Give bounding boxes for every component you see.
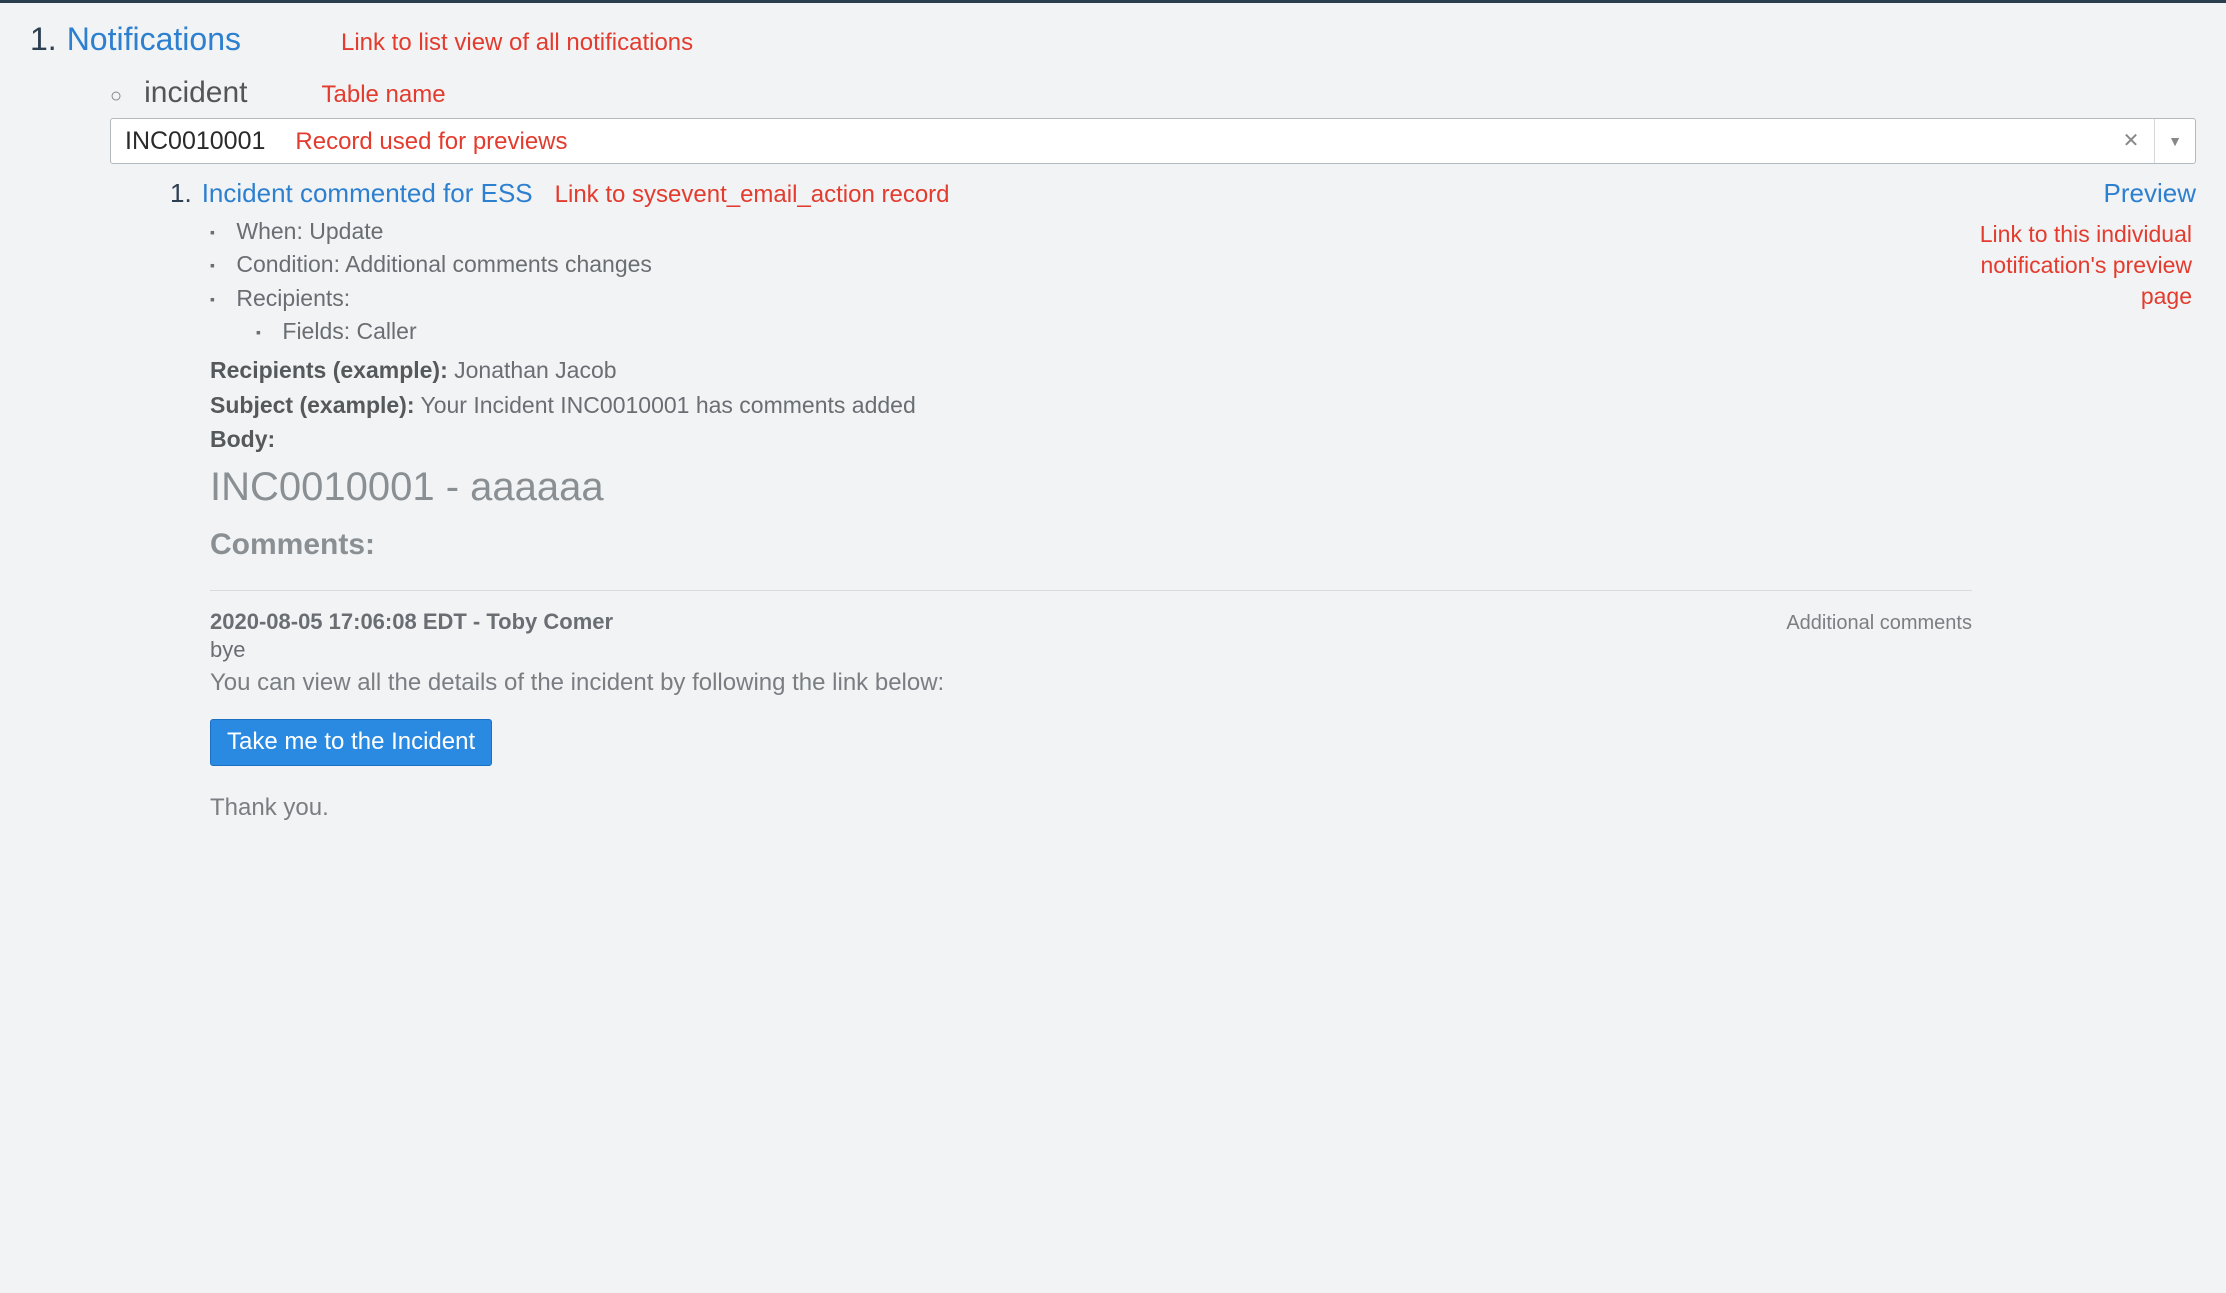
record-picker[interactable]: INC0010001 Record used for previews ✕ ▼	[110, 118, 2196, 164]
table-section: ○ incident Table name INC0010001 Record …	[110, 76, 2196, 822]
comment-meta: 2020-08-05 17:06:08 EDT - Toby Comer	[210, 609, 613, 635]
notification-item: 1. Incident commented for ESS Link to sy…	[170, 178, 2196, 822]
notifications-link[interactable]: Notifications	[67, 21, 241, 58]
bullet-icon: ○	[110, 85, 122, 108]
table-heading: ○ incident Table name	[110, 76, 2196, 110]
annotation-notifications: Link to list view of all notifications	[341, 29, 693, 57]
ordinal-notif-1: 1.	[170, 178, 192, 209]
clear-icon[interactable]: ✕	[2108, 119, 2155, 163]
ordinal-1: 1.	[30, 21, 57, 58]
annotation-notification-link: Link to sysevent_email_action record	[555, 181, 950, 209]
chevron-down-icon[interactable]: ▼	[2155, 119, 2195, 163]
record-picker-row: INC0010001 Record used for previews ✕ ▼	[110, 118, 2196, 164]
detail-when: When: Update	[210, 215, 1972, 248]
detail-recipients: Recipients: Fields: Caller	[210, 282, 1972, 349]
comment-tag: Additional comments	[1786, 612, 1972, 635]
follow-text: You can view all the details of the inci…	[210, 669, 1972, 697]
page: 1. Notifications Link to list view of al…	[0, 0, 2226, 862]
notification-record-link[interactable]: Incident commented for ESS	[202, 178, 533, 209]
notifications-heading: 1. Notifications Link to list view of al…	[30, 21, 2196, 58]
record-picker-value: INC0010001	[125, 127, 265, 156]
body-preview: INC0010001 - aaaaaa Comments: 2020-08-05…	[210, 465, 1972, 822]
annotation-record: Record used for previews	[295, 128, 567, 156]
detail-recipients-fields: Fields: Caller	[256, 315, 1972, 348]
comment-meta-row: 2020-08-05 17:06:08 EDT - Toby Comer Add…	[210, 609, 1972, 635]
notification-body-columns: When: Update Condition: Additional comme…	[170, 215, 2196, 822]
recipients-example: Recipients (example): Jonathan Jacob	[210, 354, 1972, 386]
record-picker-value-wrap: INC0010001 Record used for previews	[111, 127, 2108, 156]
detail-condition: Condition: Additional comments changes	[210, 248, 1972, 281]
notification-body-left: When: Update Condition: Additional comme…	[170, 215, 1972, 822]
comments-heading: Comments:	[210, 528, 1972, 562]
preview-link[interactable]: Preview	[2104, 178, 2196, 209]
notification-header: 1. Incident commented for ESS Link to sy…	[170, 178, 2196, 209]
notification-details-list: When: Update Condition: Additional comme…	[170, 215, 1972, 348]
divider	[210, 590, 1972, 591]
comment-text: bye	[210, 637, 1972, 663]
subject-example: Subject (example): Your Incident INC0010…	[210, 389, 1972, 421]
body-label: Body:	[210, 423, 1972, 455]
take-me-to-incident-button[interactable]: Take me to the Incident	[210, 719, 492, 766]
annotation-table-name: Table name	[322, 81, 446, 109]
body-title: INC0010001 - aaaaaa	[210, 465, 1972, 510]
thanks-text: Thank you.	[210, 794, 1972, 822]
table-name: incident	[144, 76, 247, 110]
annotation-preview-link: Link to this individual notification's p…	[1972, 215, 2196, 312]
